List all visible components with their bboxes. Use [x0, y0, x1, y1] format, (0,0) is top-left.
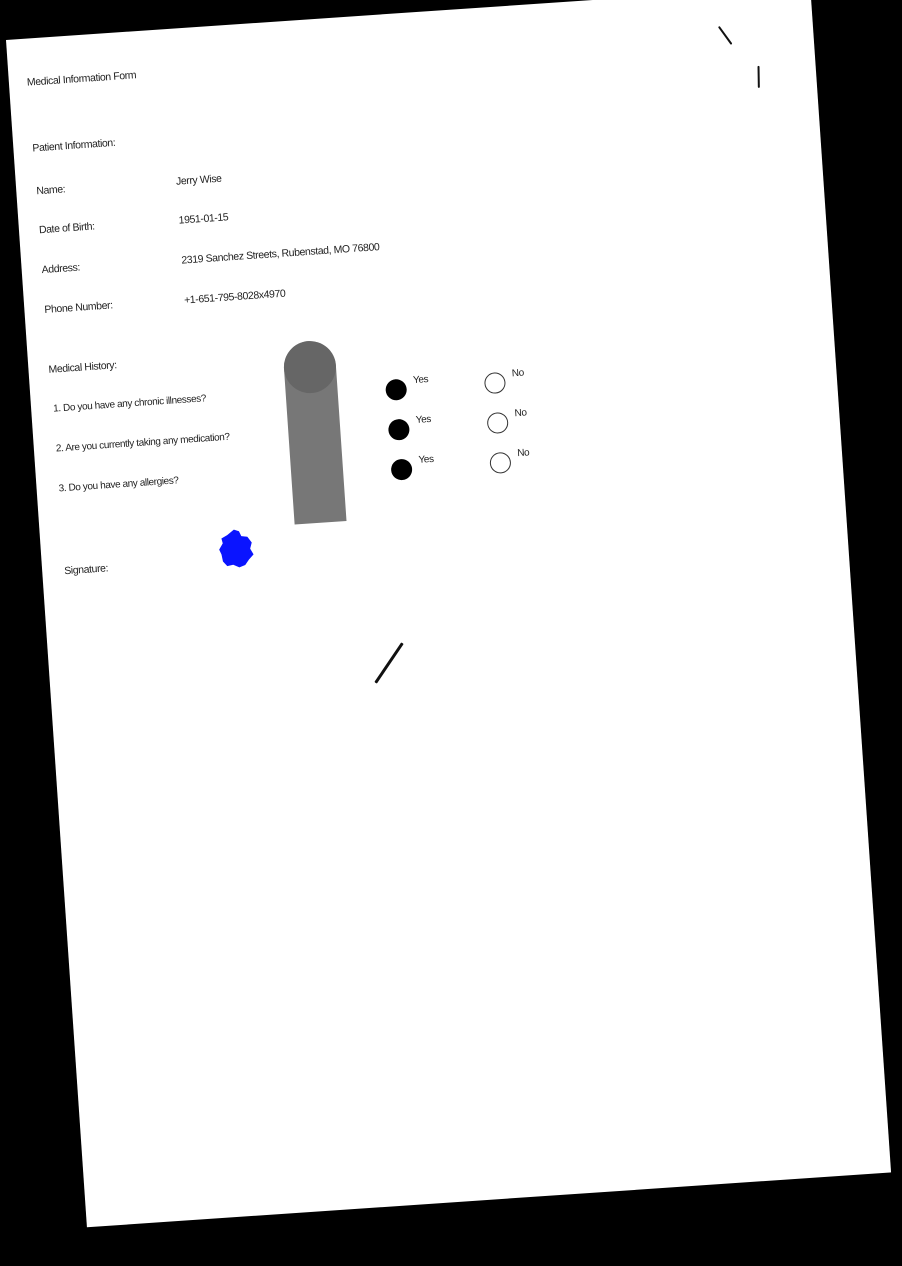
allergies-no-radio[interactable] — [489, 451, 512, 475]
phone-label: Phone Number: — [44, 299, 114, 316]
chronic-illness-no-label: No — [511, 367, 525, 380]
dob-value: 1951-01-15 — [178, 211, 229, 227]
form-title: Medical Information Form — [26, 69, 137, 89]
stray-mark-right — [757, 65, 760, 88]
allergies-no-label: No — [516, 447, 530, 460]
address-label: Address: — [41, 261, 81, 277]
question-allergies: 3. Do you have any allergies? — [58, 475, 179, 495]
form-page: Medical Information Form Patient Informa… — [6, 0, 892, 1228]
question-medication: 2. Are you currently taking any medicati… — [55, 431, 230, 455]
name-value: Jerry Wise — [175, 172, 222, 188]
question-chronic-illness: 1. Do you have any chronic illnesses? — [52, 393, 207, 415]
name-label: Name: — [35, 183, 66, 198]
medication-no-label: No — [514, 407, 527, 420]
signature-scribble — [219, 529, 254, 568]
stray-mark-center — [374, 642, 404, 684]
signature-label: Signature: — [63, 562, 109, 578]
patient-info-heading: Patient Information: — [32, 136, 116, 155]
medication-no-radio[interactable] — [486, 411, 509, 435]
medication-yes-label: Yes — [415, 413, 432, 426]
allergies-yes-radio[interactable] — [390, 458, 413, 481]
dob-label: Date of Birth: — [38, 220, 95, 237]
medication-yes-radio[interactable] — [387, 418, 411, 441]
chronic-illness-yes-label: Yes — [412, 374, 429, 387]
allergies-yes-label: Yes — [418, 453, 435, 466]
gray-marker-shape — [282, 339, 347, 525]
chronic-illness-no-radio[interactable] — [483, 371, 507, 395]
gray-marker-cap — [282, 339, 338, 395]
medical-history-heading: Medical History: — [48, 359, 118, 376]
stray-mark-top-right — [717, 25, 733, 45]
phone-value: +1-651-795-8028x4970 — [183, 287, 286, 307]
address-value: 2319 Sanchez Streets, Rubenstad, MO 7680… — [181, 241, 380, 267]
chronic-illness-yes-radio[interactable] — [385, 378, 408, 401]
